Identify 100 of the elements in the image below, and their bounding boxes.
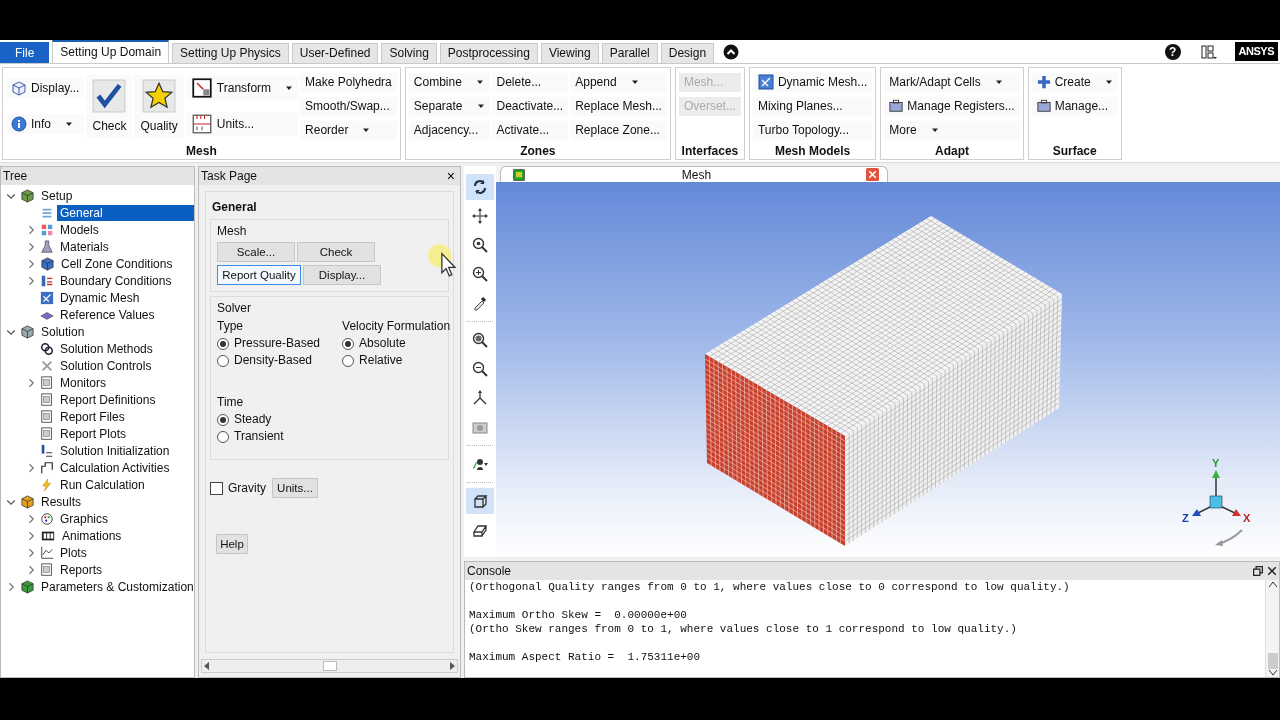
ribbon-button[interactable]: Turbo Topology... <box>752 120 873 140</box>
ribbon-tab[interactable]: Design <box>660 43 715 63</box>
scroll-down-icon[interactable] <box>1267 669 1278 677</box>
ribbon-button[interactable]: More <box>884 120 1020 140</box>
ribbon-button[interactable]: Units... <box>185 112 299 136</box>
units-button[interactable]: Units... <box>272 478 318 498</box>
ribbon-button[interactable]: Quality <box>134 74 184 138</box>
tree-item[interactable]: Cell Zone Conditions <box>58 255 176 272</box>
radio-button[interactable] <box>217 337 229 350</box>
radio-label[interactable]: Relative <box>359 352 403 369</box>
tree-item[interactable]: Reports <box>57 561 106 578</box>
ribbon-button[interactable]: Reorder <box>300 120 397 140</box>
scroll-thumb[interactable] <box>322 661 337 671</box>
ribbon-button[interactable]: Check <box>86 74 133 138</box>
tree-item[interactable]: Calculation Activities <box>57 459 173 476</box>
ribbon-button[interactable]: Adjacency... <box>408 120 490 140</box>
mesh-button[interactable]: Display... <box>303 265 381 285</box>
tree-item[interactable]: Boundary Conditions <box>57 272 175 289</box>
rotate-icon[interactable] <box>472 179 488 195</box>
tree-item[interactable]: Parameters & Customization <box>38 578 197 595</box>
ribbon-tab[interactable]: Viewing <box>540 43 599 63</box>
tree-item[interactable]: General <box>57 204 194 221</box>
tree-item[interactable]: Report Plots <box>57 425 130 442</box>
ribbon-tab[interactable]: Parallel <box>601 43 658 63</box>
mesh-button[interactable]: Report Quality <box>217 265 301 285</box>
radio-button[interactable] <box>217 430 229 443</box>
radio-label[interactable]: Density-Based <box>234 352 313 369</box>
tree-item[interactable]: Run Calculation <box>57 476 148 493</box>
ribbon-button[interactable]: Replace Zone... <box>570 120 667 140</box>
close-button[interactable]: × <box>443 167 458 185</box>
window-tab[interactable]: Mesh <box>500 166 888 182</box>
tree-item[interactable]: Results <box>38 493 84 510</box>
ribbon-tab[interactable]: Solving <box>381 43 437 63</box>
ribbon-button[interactable]: Smooth/Swap... <box>300 96 397 116</box>
ribbon-button[interactable]: Display... <box>6 78 85 98</box>
ribbon-button[interactable]: Combine <box>408 72 490 92</box>
radio-button[interactable] <box>217 354 229 367</box>
zoom-in-icon[interactable] <box>472 266 488 282</box>
ribbon-tab[interactable]: User-Defined <box>291 43 379 63</box>
ribbon-button[interactable]: Create <box>1031 72 1118 92</box>
ribbon-tab[interactable]: Setting Up Domain <box>52 40 170 63</box>
axes-icon[interactable] <box>472 390 488 406</box>
tree-item[interactable]: Setup <box>38 187 76 204</box>
radio-label[interactable]: Transient <box>234 428 284 445</box>
scroll-up-icon[interactable] <box>1267 580 1278 588</box>
zoom-icon[interactable] <box>472 332 488 348</box>
tree-item[interactable]: Plots <box>57 544 90 561</box>
view-dropdown-icon[interactable] <box>472 456 488 472</box>
toolbar-button[interactable] <box>466 488 494 514</box>
ribbon-button[interactable]: Manage Registers... <box>884 96 1020 116</box>
tree-item[interactable]: Solution Initialization <box>57 442 173 459</box>
ribbon-button[interactable]: Activate... <box>491 120 569 140</box>
radio-button[interactable] <box>342 354 355 367</box>
scroll-thumb[interactable] <box>1267 653 1278 669</box>
ribbon-button[interactable]: Info <box>6 114 85 134</box>
tree-item[interactable]: Report Files <box>57 408 128 425</box>
tree-item[interactable]: Solution <box>38 323 88 340</box>
checkbox-label[interactable]: Gravity <box>228 479 266 497</box>
ribbon-button[interactable]: Separate <box>408 96 490 116</box>
radio-label[interactable]: Absolute <box>359 335 406 352</box>
collapse-icon[interactable] <box>723 43 740 60</box>
tree-item[interactable]: Solution Controls <box>57 357 155 374</box>
ribbon-button[interactable]: Make Polyhedra <box>300 72 397 92</box>
zoom-out-icon[interactable] <box>472 361 488 377</box>
cube-icon[interactable] <box>472 493 488 509</box>
vertical-scrollbar[interactable] <box>1265 580 1279 677</box>
ribbon-tab[interactable]: Postprocessing <box>439 43 538 63</box>
zoom-icon[interactable] <box>472 237 488 253</box>
ribbon-button[interactable]: Transform <box>185 76 299 100</box>
help-button[interactable]: Help <box>216 534 248 554</box>
tree-item[interactable]: Solution Methods <box>57 340 156 357</box>
tree-item[interactable]: Materials <box>57 238 112 255</box>
radio-button[interactable] <box>342 337 355 350</box>
mesh-button[interactable]: Check <box>297 242 375 262</box>
restore-icon[interactable] <box>1253 566 1263 576</box>
ribbon-tab[interactable]: Setting Up Physics <box>172 43 289 63</box>
file-menu[interactable]: File <box>0 42 50 63</box>
toolbar-button[interactable] <box>466 174 494 200</box>
ribbon-button[interactable]: Mark/Adapt Cells <box>884 72 1020 92</box>
horizontal-scrollbar[interactable] <box>201 659 458 673</box>
ribbon-button[interactable]: Manage... <box>1031 96 1118 116</box>
checkbox[interactable] <box>210 481 223 495</box>
help-button[interactable]: ? <box>1164 43 1181 60</box>
mesh-button[interactable]: Scale... <box>217 242 295 262</box>
pipette-icon[interactable] <box>472 295 488 311</box>
cube-icon[interactable] <box>472 522 488 538</box>
tree-item[interactable]: Models <box>57 221 102 238</box>
tree-item[interactable]: Animations <box>59 527 125 544</box>
close-icon[interactable] <box>1267 566 1277 576</box>
ribbon-button[interactable]: Delete... <box>491 72 569 92</box>
scroll-right-icon[interactable] <box>447 661 457 671</box>
ribbon-button[interactable]: Deactivate... <box>491 96 569 116</box>
ribbon-button[interactable]: Append <box>570 72 667 92</box>
tree-item[interactable]: Graphics <box>57 510 112 527</box>
camera-icon[interactable] <box>472 419 488 435</box>
ribbon-button[interactable]: Dynamic Mesh... <box>752 72 873 93</box>
tree-item[interactable]: Monitors <box>57 374 109 391</box>
tree-item[interactable]: Dynamic Mesh <box>57 289 143 306</box>
radio-label[interactable]: Pressure-Based <box>234 335 321 352</box>
tree-item[interactable]: Reference Values <box>57 306 158 323</box>
